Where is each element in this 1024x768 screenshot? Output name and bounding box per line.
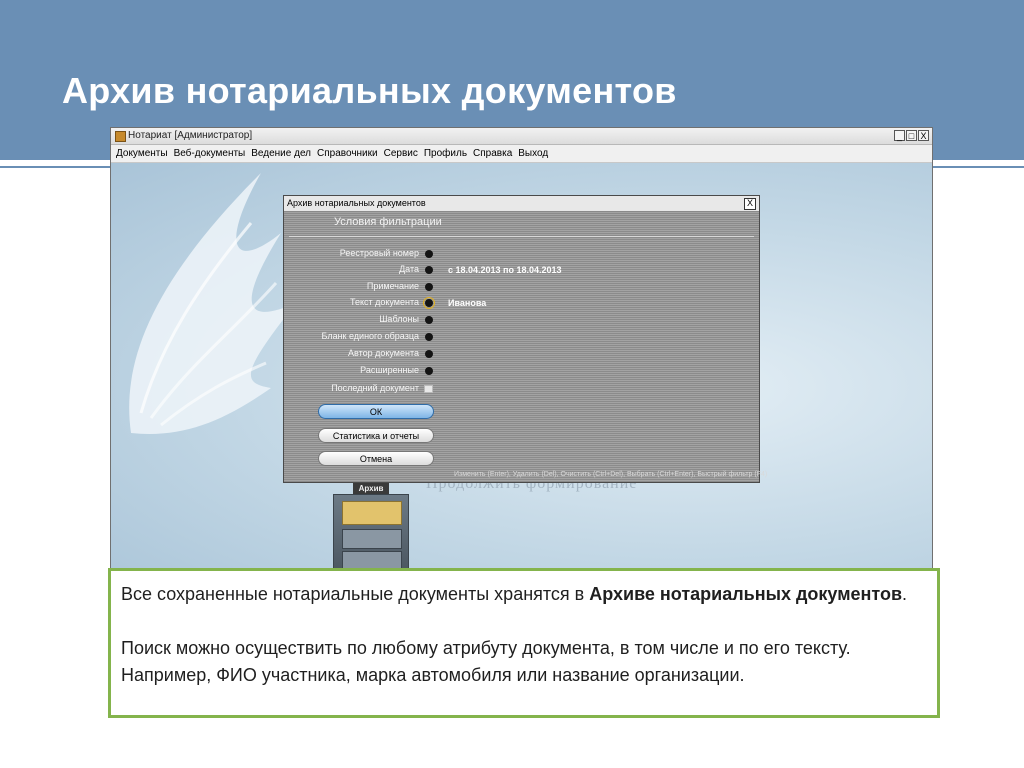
angel-wing-icon	[129, 173, 296, 434]
menu-web-documents[interactable]: Веб-документы	[174, 148, 246, 159]
menu-references[interactable]: Справочники	[317, 148, 378, 159]
info-paragraph-archive: Все сохраненные нотариальные документы х…	[121, 581, 927, 608]
app-window-title: Нотариат [Администратор]	[128, 130, 253, 141]
filter-row-last-document[interactable]: Последний документ	[284, 382, 434, 396]
menu-bar: Документы Веб-документы Ведение дел Спра…	[111, 145, 932, 163]
filter-label: Расширенные	[360, 365, 419, 375]
archive-filter-dialog: Архив нотариальных документов X Условия …	[283, 195, 767, 483]
dialog-titlebar: Архив нотариальных документов X	[284, 196, 759, 212]
cancel-button[interactable]: Отмена	[318, 451, 434, 466]
filter-radio[interactable]	[425, 333, 433, 341]
filter-row-document-text[interactable]: Текст документа	[284, 296, 435, 310]
filter-label: Последний документ	[331, 383, 419, 393]
filter-radio[interactable]	[425, 316, 433, 324]
filter-radio[interactable]	[425, 367, 433, 375]
dialog-title: Архив нотариальных документов	[287, 198, 426, 208]
filter-radio-selected[interactable]	[423, 297, 435, 309]
app-titlebar: Нотариат [Администратор] _ □ X	[111, 128, 932, 145]
info-text: Все сохраненные нотариальные документы х…	[121, 584, 590, 604]
menu-service[interactable]: Сервис	[384, 148, 418, 159]
statistics-reports-button[interactable]: Статистика и отчеты	[318, 428, 434, 443]
archive-cabinet-icon[interactable]: Архив	[333, 483, 409, 571]
archive-cabinet-body	[333, 494, 409, 571]
filter-label: Дата	[399, 264, 419, 274]
maximize-button[interactable]: □	[906, 130, 917, 141]
archive-drawer-open	[342, 501, 402, 525]
filter-label: Шаблоны	[379, 314, 419, 324]
app-icon	[115, 131, 126, 142]
close-button[interactable]: X	[918, 130, 929, 141]
minimize-button[interactable]: _	[894, 130, 905, 141]
slide-title: Архив нотариальных документов	[62, 70, 677, 111]
archive-drawer	[342, 529, 402, 549]
filter-value-document-text: Иванова	[448, 298, 487, 308]
filter-label: Реестровый номер	[339, 248, 419, 258]
archive-cabinet-label: Архив	[353, 483, 389, 494]
ok-button[interactable]: ОК	[318, 404, 434, 419]
filter-divider	[289, 236, 754, 237]
filter-radio[interactable]	[425, 266, 433, 274]
info-box: Все сохраненные нотариальные документы х…	[108, 568, 940, 718]
filter-radio[interactable]	[425, 283, 433, 291]
menu-exit[interactable]: Выход	[518, 148, 548, 159]
dialog-status-hint: Изменить (Enter), Удалить (Del), Очистит…	[454, 471, 768, 478]
menu-documents[interactable]: Документы	[116, 148, 168, 159]
filter-row-registry-number[interactable]: Реестровый номер	[284, 247, 434, 261]
filter-row-templates[interactable]: Шаблоны	[284, 313, 434, 327]
filter-radio[interactable]	[425, 350, 433, 358]
dialog-close-button[interactable]: X	[744, 198, 756, 210]
filter-row-extended[interactable]: Расширенные	[284, 364, 434, 378]
menu-case-management[interactable]: Ведение дел	[251, 148, 311, 159]
info-text-end: .	[902, 584, 908, 604]
last-document-checkbox[interactable]	[424, 385, 433, 393]
filter-value-date: с 18.04.2013 по 18.04.2013	[448, 265, 562, 275]
filter-row-author[interactable]: Автор документа	[284, 347, 434, 361]
filter-row-note[interactable]: Примечание	[284, 280, 434, 294]
menu-help[interactable]: Справка	[473, 148, 512, 159]
filter-row-unified-form[interactable]: Бланк единого образца	[284, 330, 434, 344]
filter-label: Примечание	[366, 281, 419, 291]
filter-label: Бланк единого образца	[321, 331, 419, 341]
window-controls: _ □ X	[894, 130, 929, 141]
info-paragraph-search: Поиск можно осуществить по любому атрибу…	[121, 638, 851, 685]
filter-label: Автор документа	[347, 348, 419, 358]
filter-radio[interactable]	[425, 250, 433, 258]
menu-profile[interactable]: Профиль	[424, 148, 467, 159]
filter-label: Текст документа	[349, 297, 419, 307]
info-bold-text: Архиве нотариальных документов	[589, 584, 903, 604]
filter-heading: Условия фильтрации	[334, 216, 442, 228]
filter-row-date[interactable]: Дата	[284, 263, 434, 277]
